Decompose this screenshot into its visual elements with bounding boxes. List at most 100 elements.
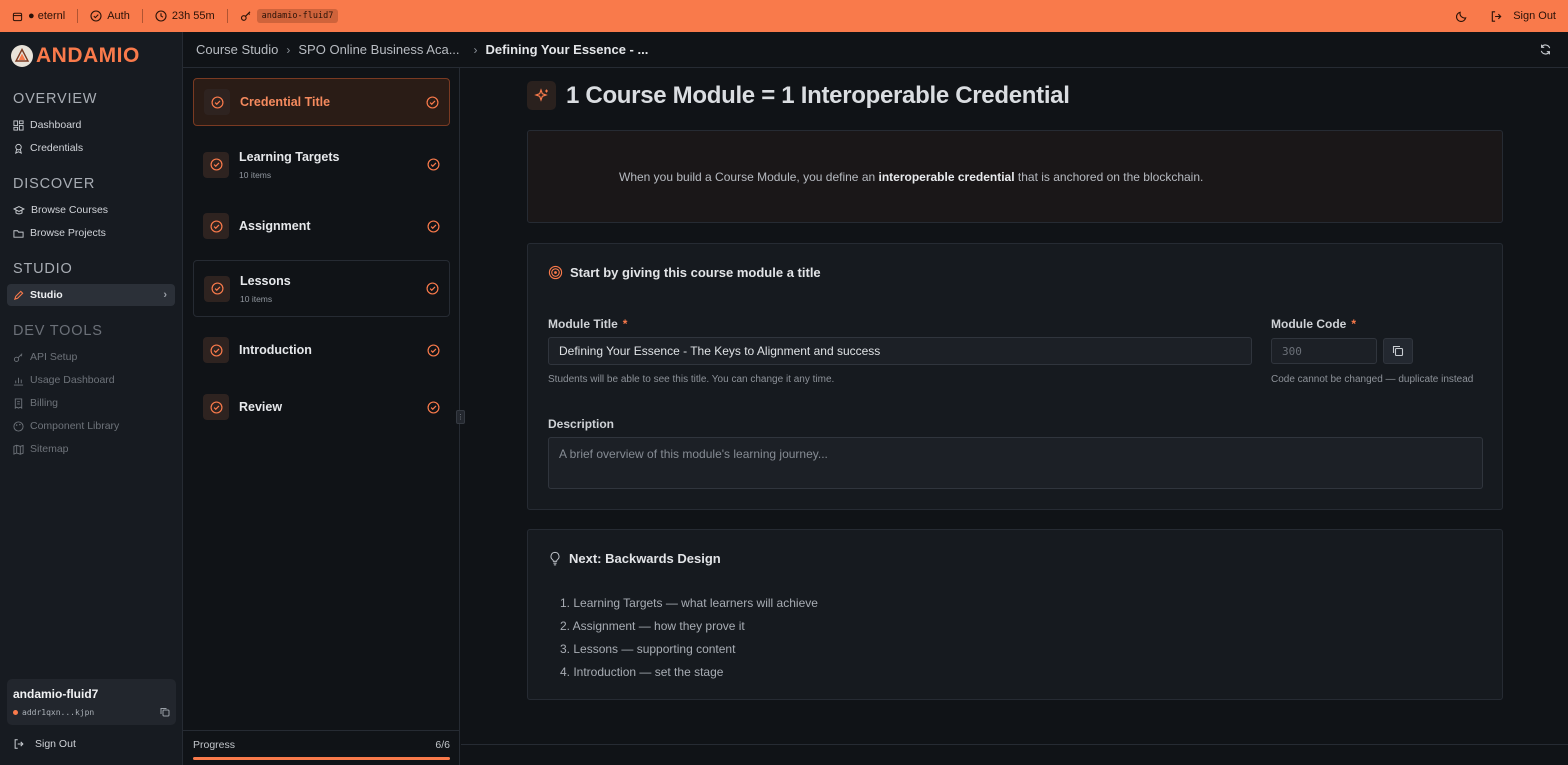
sidebar-item-component-library[interactable]: Component Library [13, 420, 119, 432]
page-title: 1 Course Module = 1 Interoperable Creden… [566, 81, 1070, 109]
progress-bar [193, 757, 450, 760]
progress-label: Progress [193, 739, 236, 751]
step-lessons[interactable]: Lessons 10 items [193, 260, 450, 317]
sparkles-icon [527, 81, 556, 110]
module-code-label-text: Module Code [1271, 317, 1347, 331]
step-learning-targets[interactable]: Learning Targets 10 items [193, 138, 450, 191]
sidebar-item-api-setup[interactable]: API Setup [13, 351, 77, 363]
sidebar-item-credentials[interactable]: Credentials [13, 142, 83, 154]
time-label: 23h 55m [171, 10, 215, 22]
check-circle-icon [209, 219, 223, 233]
intro-text-bold: interoperable credential [878, 169, 1015, 184]
check-circle-icon [426, 95, 439, 109]
top-bar: ● eternl Auth 23h 55m andamio-fluid7 Sig… [0, 0, 1568, 32]
step-assignment[interactable]: Assignment [193, 202, 450, 250]
user-name: andamio-fluid7 [13, 687, 99, 701]
wallet-label: ● eternl [28, 10, 66, 22]
breadcrumb-course-studio[interactable]: Course Studio [196, 42, 278, 57]
form-heading: Start by giving this course module a tit… [548, 265, 821, 280]
section-title-dev-tools: DEV TOOLS [13, 323, 103, 339]
progress-fill [193, 757, 450, 760]
next-heading: Next: Backwards Design [548, 551, 721, 566]
module-form-card: Start by giving this course module a tit… [527, 243, 1503, 510]
sidebar-item-browse-courses[interactable]: Browse Courses [13, 204, 108, 216]
key-icon [240, 10, 252, 22]
bar-chart-icon [13, 375, 24, 386]
form-heading-text: Start by giving this course module a tit… [570, 265, 821, 280]
signout-label: Sign Out [35, 738, 76, 750]
sidebar-item-dashboard[interactable]: Dashboard [13, 119, 81, 131]
sidebar-item-sitemap[interactable]: Sitemap [13, 443, 69, 455]
section-title-studio: STUDIO [13, 261, 73, 277]
graduation-cap-icon [13, 205, 25, 216]
chevron-right-icon: › [163, 289, 167, 301]
check-circle-icon [427, 400, 440, 414]
folder-icon [13, 228, 24, 239]
section-title-discover: DISCOVER [13, 176, 96, 192]
sidebar-item-label: Browse Projects [30, 227, 106, 239]
step-label: Lessons [240, 273, 291, 288]
step-badge [203, 213, 229, 239]
check-circle-icon [426, 282, 439, 295]
sidebar-item-label: Browse Courses [31, 204, 109, 216]
progress-count: 6/6 [435, 739, 450, 751]
sidebar-item-studio[interactable]: Studio › [7, 284, 175, 306]
sidebar-item-label: Credentials [30, 142, 84, 154]
section-title-overview: OVERVIEW [13, 91, 98, 107]
intro-text: When you build a Course Module, you defi… [619, 170, 1203, 184]
list-item: 1. Learning Targets — what learners will… [560, 596, 818, 610]
next-heading-text: Next: Backwards Design [569, 551, 721, 566]
sidebar-item-label: Billing [30, 397, 59, 409]
description-textarea[interactable]: A brief overview of this module's learni… [548, 437, 1483, 489]
module-code-label: Module Code * [1271, 317, 1356, 331]
step-badge [204, 275, 230, 302]
step-credential-title[interactable]: Credential Title [193, 78, 450, 126]
next-steps-list: 1. Learning Targets — what learners will… [560, 596, 818, 688]
step-review[interactable]: Review [193, 383, 450, 431]
wallet-address-text: addr1qxn...kjpn [22, 707, 95, 717]
wallet-address: addr1qxn...kjpn [13, 707, 170, 717]
check-circle-icon [210, 95, 224, 109]
sidebar-item-billing[interactable]: Billing [13, 397, 58, 409]
sidebar-item-browse-projects[interactable]: Browse Projects [13, 227, 106, 239]
sidebar-item-label: Studio [30, 289, 63, 301]
module-code-input[interactable]: 300 [1271, 338, 1377, 364]
duplicate-code-button[interactable] [1383, 338, 1413, 364]
step-label: Review [239, 400, 283, 414]
signout-button-sidebar[interactable]: Sign Out [13, 738, 76, 750]
sidebar-item-label: API Setup [30, 351, 78, 363]
sidebar: ANDAMIO OVERVIEW Dashboard Credentials D… [0, 32, 183, 765]
step-count: 10 items [239, 169, 272, 180]
auth-status: Auth [90, 10, 130, 22]
user-card: andamio-fluid7 addr1qxn...kjpn [7, 679, 176, 725]
theme-toggle-moon-icon[interactable] [1455, 10, 1468, 23]
step-label: Assignment [239, 219, 311, 233]
wallet-indicator[interactable]: ● eternl [12, 10, 65, 22]
intro-callout: When you build a Course Module, you defi… [527, 130, 1503, 223]
copy-icon[interactable] [160, 707, 170, 717]
map-icon [13, 444, 24, 455]
signout-button-top[interactable]: Sign Out [1490, 10, 1556, 23]
check-circle-icon [427, 158, 440, 171]
auth-label: Auth [107, 10, 130, 22]
step-badge [204, 89, 230, 115]
step-badge [203, 151, 229, 178]
session-timer: 23h 55m [155, 10, 215, 22]
breadcrumb-separator: › [473, 42, 478, 57]
module-title-label: Module Title * [548, 317, 627, 331]
sidebar-item-label: Dashboard [30, 119, 82, 131]
award-icon [13, 143, 24, 154]
step-introduction[interactable]: Introduction [193, 326, 450, 374]
step-count: 10 items [240, 293, 273, 304]
list-item: 3. Lessons — supporting content [560, 642, 736, 656]
refresh-icon[interactable] [1539, 43, 1552, 56]
module-title-input[interactable]: Defining Your Essence - The Keys to Alig… [548, 337, 1252, 365]
brand-logo[interactable]: ANDAMIO [11, 44, 140, 68]
sidebar-item-usage-dashboard[interactable]: Usage Dashboard [13, 374, 115, 386]
breadcrumb-separator: › [286, 42, 291, 57]
wallet-icon [12, 11, 23, 22]
breadcrumb-course[interactable]: SPO Online Business Aca... [298, 42, 459, 57]
main-content: 1 Course Module = 1 Interoperable Creden… [461, 68, 1568, 765]
divider [141, 9, 143, 23]
step-label: Credential Title [240, 95, 331, 109]
